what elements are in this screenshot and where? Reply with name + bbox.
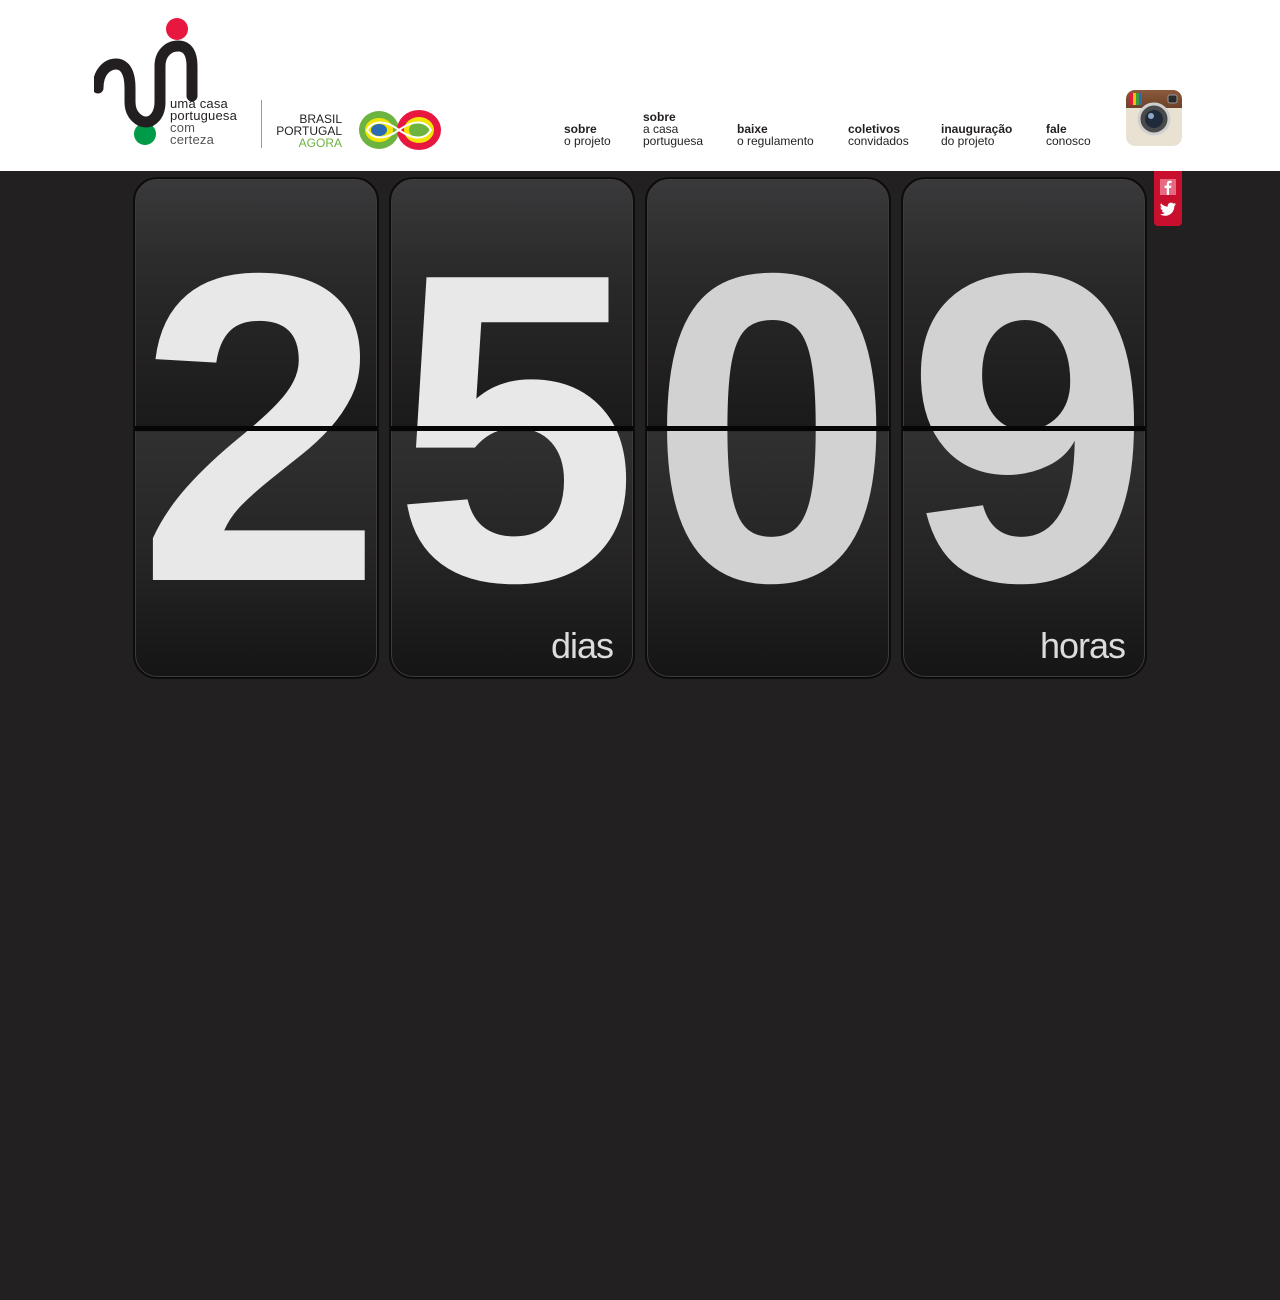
flip-divider	[647, 426, 889, 431]
nav-sobre-o-projeto[interactable]: sobre o projeto	[564, 123, 611, 147]
counter-card-days-tens: 2	[133, 177, 379, 679]
days-label: dias	[550, 625, 614, 666]
nav-item-regular: convidados	[848, 134, 909, 148]
flip-divider	[135, 426, 377, 431]
nav-item-regular: a casa portuguesa	[643, 122, 704, 148]
site-header: uma casa portuguesa com certeza BRASIL P…	[0, 0, 1280, 171]
nav-item-regular: do projeto	[941, 134, 995, 148]
nav-baixe-o-regulamento[interactable]: baixe o regulamento	[737, 123, 814, 147]
main-navigation: sobre o projeto sobre a casa portuguesa …	[0, 111, 1280, 151]
facebook-icon[interactable]	[1160, 179, 1176, 195]
nav-item-regular: o projeto	[564, 134, 611, 148]
hours-label: horas	[1039, 625, 1126, 666]
nav-item-regular: o regulamento	[737, 134, 814, 148]
nav-fale-conosco[interactable]: fale conosco	[1046, 123, 1091, 147]
countdown-counter: 2 5 dias 0 9 horas	[133, 177, 1149, 679]
nav-item-regular: conosco	[1046, 134, 1091, 148]
twitter-icon[interactable]	[1160, 201, 1176, 217]
flip-divider	[903, 426, 1145, 431]
nav-coletivos-convidados[interactable]: coletivos convidados	[848, 123, 909, 147]
counter-card-days-units: 5 dias	[389, 177, 635, 679]
nav-inauguracao-do-projeto[interactable]: inauguração do projeto	[941, 123, 1012, 147]
counter-card-hours-units: 9 horas	[901, 177, 1147, 679]
instagram-icon[interactable]	[1126, 90, 1182, 146]
flip-divider	[391, 426, 633, 431]
counter-card-hours-tens: 0	[645, 177, 891, 679]
nav-sobre-a-casa-portuguesa[interactable]: sobre a casa portuguesa	[643, 111, 713, 147]
social-strip	[1154, 171, 1182, 226]
